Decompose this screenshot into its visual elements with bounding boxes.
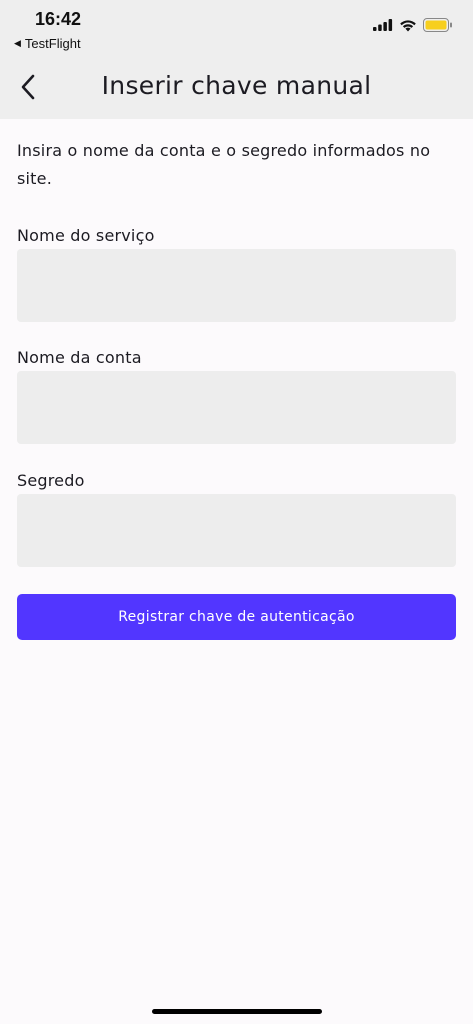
home-indicator[interactable] xyxy=(152,1009,322,1014)
secret-label: Segredo xyxy=(17,471,85,490)
top-bar: 16:42 ◀ TestFlight Inserir chave manual xyxy=(0,0,473,119)
page-title: Inserir chave manual xyxy=(101,71,372,100)
register-key-button[interactable]: Registrar chave de autenticação xyxy=(17,594,456,640)
service-name-input[interactable] xyxy=(17,249,456,322)
wifi-icon xyxy=(400,19,416,31)
account-name-label: Nome da conta xyxy=(17,348,142,367)
intro-text: Insira o nome da conta e o segredo infor… xyxy=(17,141,431,188)
status-time: 16:42 xyxy=(35,9,82,29)
account-name-input[interactable] xyxy=(17,371,456,444)
secret-input[interactable] xyxy=(17,494,456,567)
back-triangle-icon: ◀ xyxy=(14,38,21,48)
back-to-app-link[interactable]: ◀ TestFlight xyxy=(14,36,81,51)
service-name-label: Nome do serviço xyxy=(17,226,155,245)
signal-icon xyxy=(373,19,393,31)
back-app-label: TestFlight xyxy=(24,36,81,51)
status-icons xyxy=(373,18,453,32)
battery-icon xyxy=(423,18,452,32)
